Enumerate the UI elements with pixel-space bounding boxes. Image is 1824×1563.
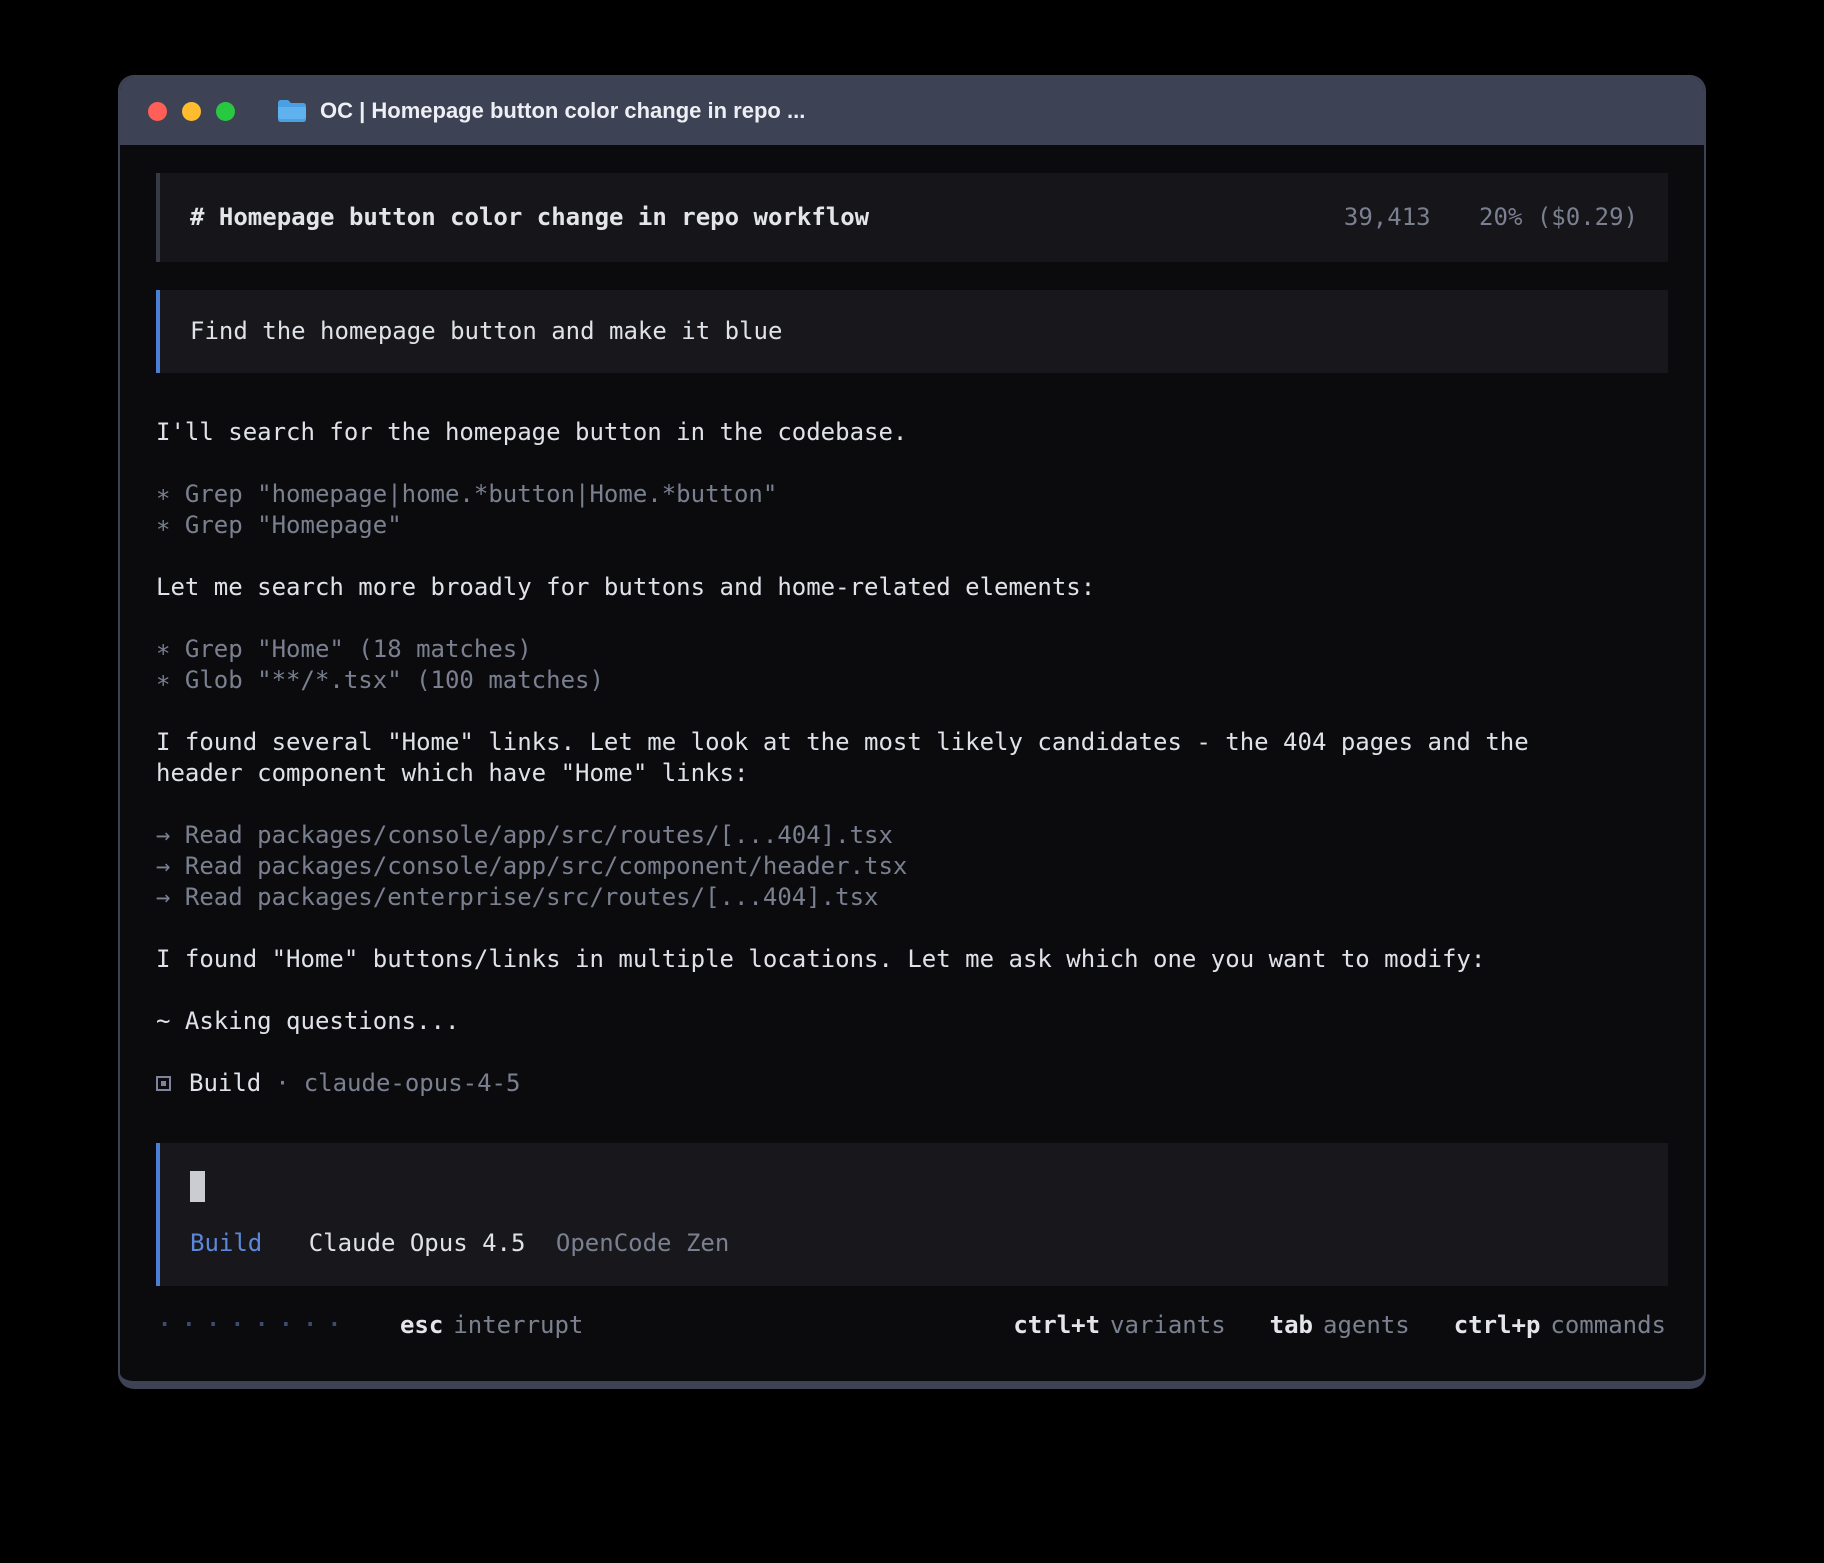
tool-call-read: → Read packages/console/app/src/componen… (156, 851, 1568, 882)
session-header: # Homepage button color change in repo w… (156, 173, 1668, 262)
model-name: Claude Opus 4.5 (309, 1229, 526, 1257)
interrupt-hint: esc interrupt (400, 1310, 583, 1341)
tool-call-read: → Read packages/console/app/src/routes/[… (156, 820, 1568, 851)
session-content: # Homepage button color change in repo w… (120, 145, 1704, 1381)
commands-hint: ctrl+p commands (1454, 1310, 1666, 1341)
session-title: # Homepage button color change in repo w… (190, 202, 869, 233)
tool-call-read: → Read packages/enterprise/src/routes/[.… (156, 882, 1568, 913)
user-message: Find the homepage button and make it blu… (156, 290, 1668, 373)
model-line: Build Claude Opus 4.5 OpenCode Zen (190, 1228, 1638, 1259)
assistant-paragraph: I found several "Home" links. Let me loo… (156, 727, 1568, 789)
tool-call-group: → Read packages/console/app/src/routes/[… (156, 820, 1568, 913)
window-titlebar[interactable]: OC | Homepage button color change in rep… (120, 77, 1704, 145)
agent-status-group: Build · claude-opus-4-5 (156, 1068, 1568, 1099)
assistant-text: Let me search more broadly for buttons a… (156, 572, 1568, 603)
assistant-paragraph: ~ Asking questions... (156, 1006, 1568, 1037)
ctrl-t-key: ctrl+t (1013, 1311, 1100, 1339)
tool-call-group: ∗ Grep "Home" (18 matches) ∗ Glob "**/*.… (156, 634, 1568, 696)
folder-icon (277, 99, 307, 123)
text-cursor (190, 1171, 205, 1202)
provider-name: OpenCode Zen (556, 1229, 729, 1257)
agent-status-line: Build · claude-opus-4-5 (156, 1068, 1568, 1099)
assistant-paragraph: I found "Home" buttons/links in multiple… (156, 944, 1568, 975)
status-bar-right: ctrl+t variants tab agents ctrl+p commands (1013, 1310, 1666, 1341)
close-button[interactable] (148, 102, 167, 121)
ctrl-p-key: ctrl+p (1454, 1311, 1541, 1339)
esc-key: esc (400, 1311, 443, 1339)
assistant-text: I found "Home" buttons/links in multiple… (156, 944, 1568, 975)
tool-call-group: ∗ Grep "homepage|home.*button|Home.*butt… (156, 479, 1568, 541)
commands-label: commands (1550, 1311, 1666, 1339)
tool-call-grep: ∗ Grep "homepage|home.*button|Home.*butt… (156, 479, 1568, 510)
agents-hint: tab agents (1270, 1310, 1410, 1341)
titlebar-title-group: OC | Homepage button color change in rep… (277, 98, 805, 124)
assistant-transcript: I'll search for the homepage button in t… (156, 417, 1568, 1099)
status-bar: ········ esc interrupt ctrl+t variants tab… (156, 1310, 1668, 1341)
separator-dot: · (275, 1068, 289, 1099)
interrupt-label: interrupt (453, 1311, 583, 1339)
assistant-text: I'll search for the homepage button in t… (156, 417, 1568, 448)
agent-name: Build (189, 1068, 261, 1099)
context-usage: 20% ($0.29) (1479, 203, 1638, 231)
assistant-paragraph: Let me search more broadly for buttons a… (156, 572, 1568, 603)
tool-call-grep: ∗ Grep "Home" (18 matches) (156, 634, 1568, 665)
assistant-paragraph: I'll search for the homepage button in t… (156, 417, 1568, 448)
session-stats: 39,413 20% ($0.29) (1344, 202, 1638, 233)
traffic-lights (148, 102, 235, 121)
progress-dots: ········ (158, 1310, 352, 1341)
tool-call-grep: ∗ Grep "Homepage" (156, 510, 1568, 541)
variants-hint: ctrl+t variants (1013, 1310, 1225, 1341)
window-title: OC | Homepage button color change in rep… (320, 98, 805, 124)
agent-icon (156, 1076, 171, 1091)
assistant-text: I found several "Home" links. Let me loo… (156, 727, 1568, 789)
asking-questions-status: ~ Asking questions... (156, 1006, 1568, 1037)
mode-label: Build (190, 1229, 262, 1257)
status-bar-left: ········ esc interrupt (158, 1310, 583, 1341)
terminal-window: OC | Homepage button color change in rep… (118, 75, 1706, 1389)
user-message-text: Find the homepage button and make it blu… (190, 317, 782, 345)
agents-label: agents (1323, 1311, 1410, 1339)
token-count: 39,413 (1344, 203, 1431, 231)
prompt-input[interactable]: Build Claude Opus 4.5 OpenCode Zen (156, 1143, 1668, 1286)
tool-call-glob: ∗ Glob "**/*.tsx" (100 matches) (156, 665, 1568, 696)
variants-label: variants (1110, 1311, 1226, 1339)
tab-key: tab (1270, 1311, 1313, 1339)
zoom-button[interactable] (216, 102, 235, 121)
agent-model: claude-opus-4-5 (304, 1068, 521, 1099)
minimize-button[interactable] (182, 102, 201, 121)
